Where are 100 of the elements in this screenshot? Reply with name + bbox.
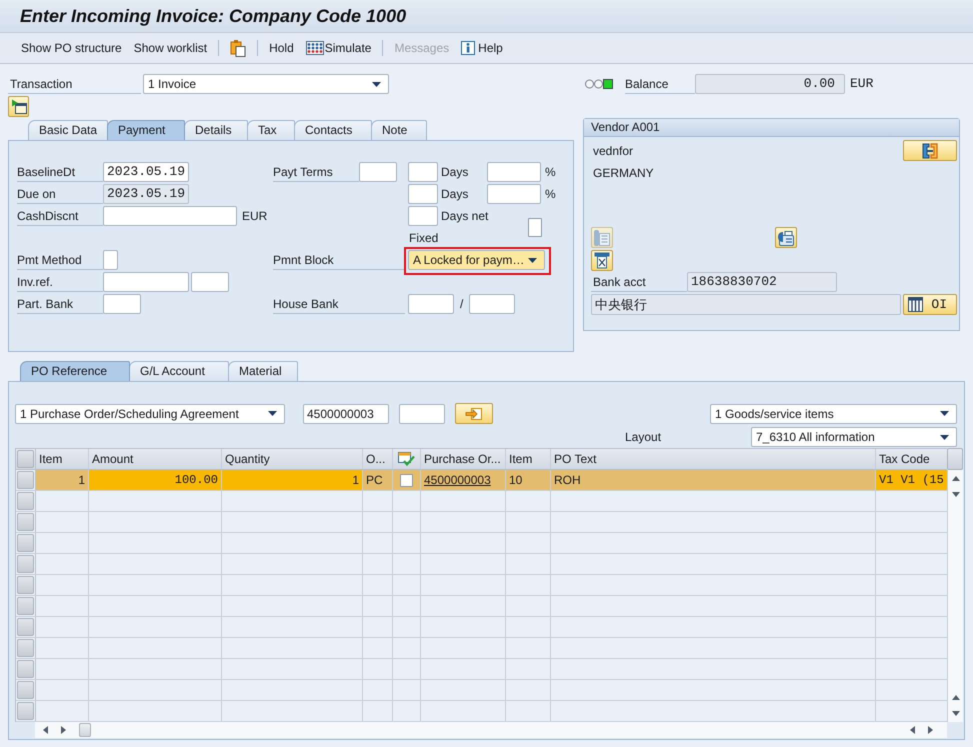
scroll-thumb[interactable] [79,723,91,737]
dot-grid-icon [306,41,324,55]
scroll-right-icon[interactable] [928,726,933,734]
select-all-button[interactable] [17,450,34,468]
scroll-left-icon[interactable] [43,726,48,734]
field-label: Fixed [409,230,440,247]
table-cell: V1 V1 (15 [876,470,948,490]
list-type-dropdown[interactable]: 1 Goods/service items [710,404,957,424]
document-type-dropdown[interactable]: 1 Purchase Order/Scheduling Agreement [15,404,285,424]
checkbox[interactable] [400,474,413,486]
row-selector[interactable] [17,534,34,552]
balance-field[interactable]: 0.00 [695,74,845,94]
row-selector[interactable] [17,618,34,636]
scroll-down-icon[interactable] [952,492,960,497]
tab[interactable]: Contacts [294,120,372,140]
row-selector[interactable] [17,660,34,678]
clipboard-icon [230,39,246,57]
row-selector[interactable] [17,513,34,531]
tab[interactable]: Details [184,120,248,140]
tab[interactable]: Note [371,120,427,140]
window-title: Enter Incoming Invoice: Company Code 1000 [20,4,406,28]
window-arrow-icon [10,99,26,114]
vendor-action-button[interactable] [775,227,797,248]
toolbar-button[interactable]: Show PO structure [20,37,123,59]
row-selector[interactable] [17,576,34,594]
input-field[interactable] [408,162,438,182]
column-header[interactable]: PO Text [551,449,876,469]
input-field[interactable] [103,206,237,226]
column-header[interactable]: O... [363,449,393,469]
row-selector[interactable] [17,471,34,489]
unit-label: Days [441,164,470,181]
toolbar-button[interactable]: Show worklist [132,37,208,59]
payment-block-dropdown[interactable]: A Locked for paym… [408,250,545,270]
scroll-right-icon[interactable] [61,726,66,734]
tab[interactable]: Tax [247,120,295,140]
column-header[interactable]: Quantity [222,449,363,469]
help-button[interactable]: Help [460,37,504,59]
column-header[interactable]: Item [36,449,89,469]
input-field[interactable] [359,162,397,182]
transaction-dropdown[interactable]: 1 Invoice [143,74,389,94]
field-label: Layout [625,429,662,446]
currency-label: EUR [850,75,874,93]
column-header[interactable]: Purchase Or... [421,449,506,469]
toolbar-button[interactable]: Hold [268,37,295,59]
input-field[interactable] [103,250,118,270]
input-field[interactable] [408,184,438,204]
open-items-button[interactable]: OI [903,294,957,315]
field-label: Pmnt Block [273,250,405,270]
checkbox[interactable] [528,218,542,237]
clipboard-button[interactable] [229,37,248,59]
column-header[interactable]: Amount [89,449,222,469]
table-row[interactable]: 1 100.00 1 PC 4500000003 10 ROH V1 V1 (15 [36,470,948,490]
vendor-action-button[interactable] [591,250,613,271]
bracket-icon [922,142,938,158]
layout-dropdown[interactable]: 7_6310 All information [751,427,957,447]
caret-icon [268,411,277,416]
toggle-button[interactable] [8,96,29,117]
tab[interactable]: PO Reference [20,361,130,381]
input-field[interactable] [408,294,454,314]
row-selector[interactable] [17,555,34,573]
arrow-into-box-icon [465,406,483,420]
row-selector[interactable] [17,681,34,699]
simulate-button[interactable]: Simulate [304,37,372,59]
column-header[interactable]: Item [506,449,551,469]
input-field[interactable] [408,206,438,226]
input-field[interactable] [399,404,445,424]
input-field[interactable] [103,272,189,292]
horizontal-scrollbar[interactable] [35,722,947,738]
vendor-action-button[interactable] [903,140,957,161]
input-field[interactable] [487,162,541,182]
scroll-down-icon[interactable] [952,711,960,716]
row-selector[interactable] [17,597,34,615]
input-field[interactable] [103,294,141,314]
caret-icon [940,434,949,440]
document-number-field[interactable]: 4500000003 [303,404,389,424]
input-field[interactable] [469,294,516,314]
currency-label: EUR [242,208,268,225]
input-field[interactable] [191,272,229,292]
table-cell: 100.00 [89,470,222,490]
vertical-scrollbar[interactable] [947,470,963,722]
vendor-name: vednfor [592,142,634,160]
column-settings-button[interactable] [947,448,963,470]
row-selector[interactable] [17,639,34,657]
row-selector[interactable] [17,492,34,510]
row-selector[interactable] [17,702,34,720]
caret-icon [940,411,949,416]
purchase-order-link[interactable]: 4500000003 [424,471,491,489]
caret-icon [372,82,381,86]
input-field[interactable] [487,184,541,204]
tab[interactable]: G/L Account [129,361,229,381]
tab[interactable]: Payment [107,120,185,140]
tab[interactable]: Material [228,361,298,381]
field-label: House Bank [273,294,405,314]
fax-machine-icon [777,228,795,246]
date-field[interactable]: 2023.05.19 [103,162,189,182]
tab[interactable]: Basic Data [28,120,108,140]
scroll-up-icon[interactable] [952,476,960,481]
transfer-button[interactable] [455,403,493,424]
scroll-left-icon[interactable] [910,726,915,734]
scroll-up-icon[interactable] [952,695,960,700]
